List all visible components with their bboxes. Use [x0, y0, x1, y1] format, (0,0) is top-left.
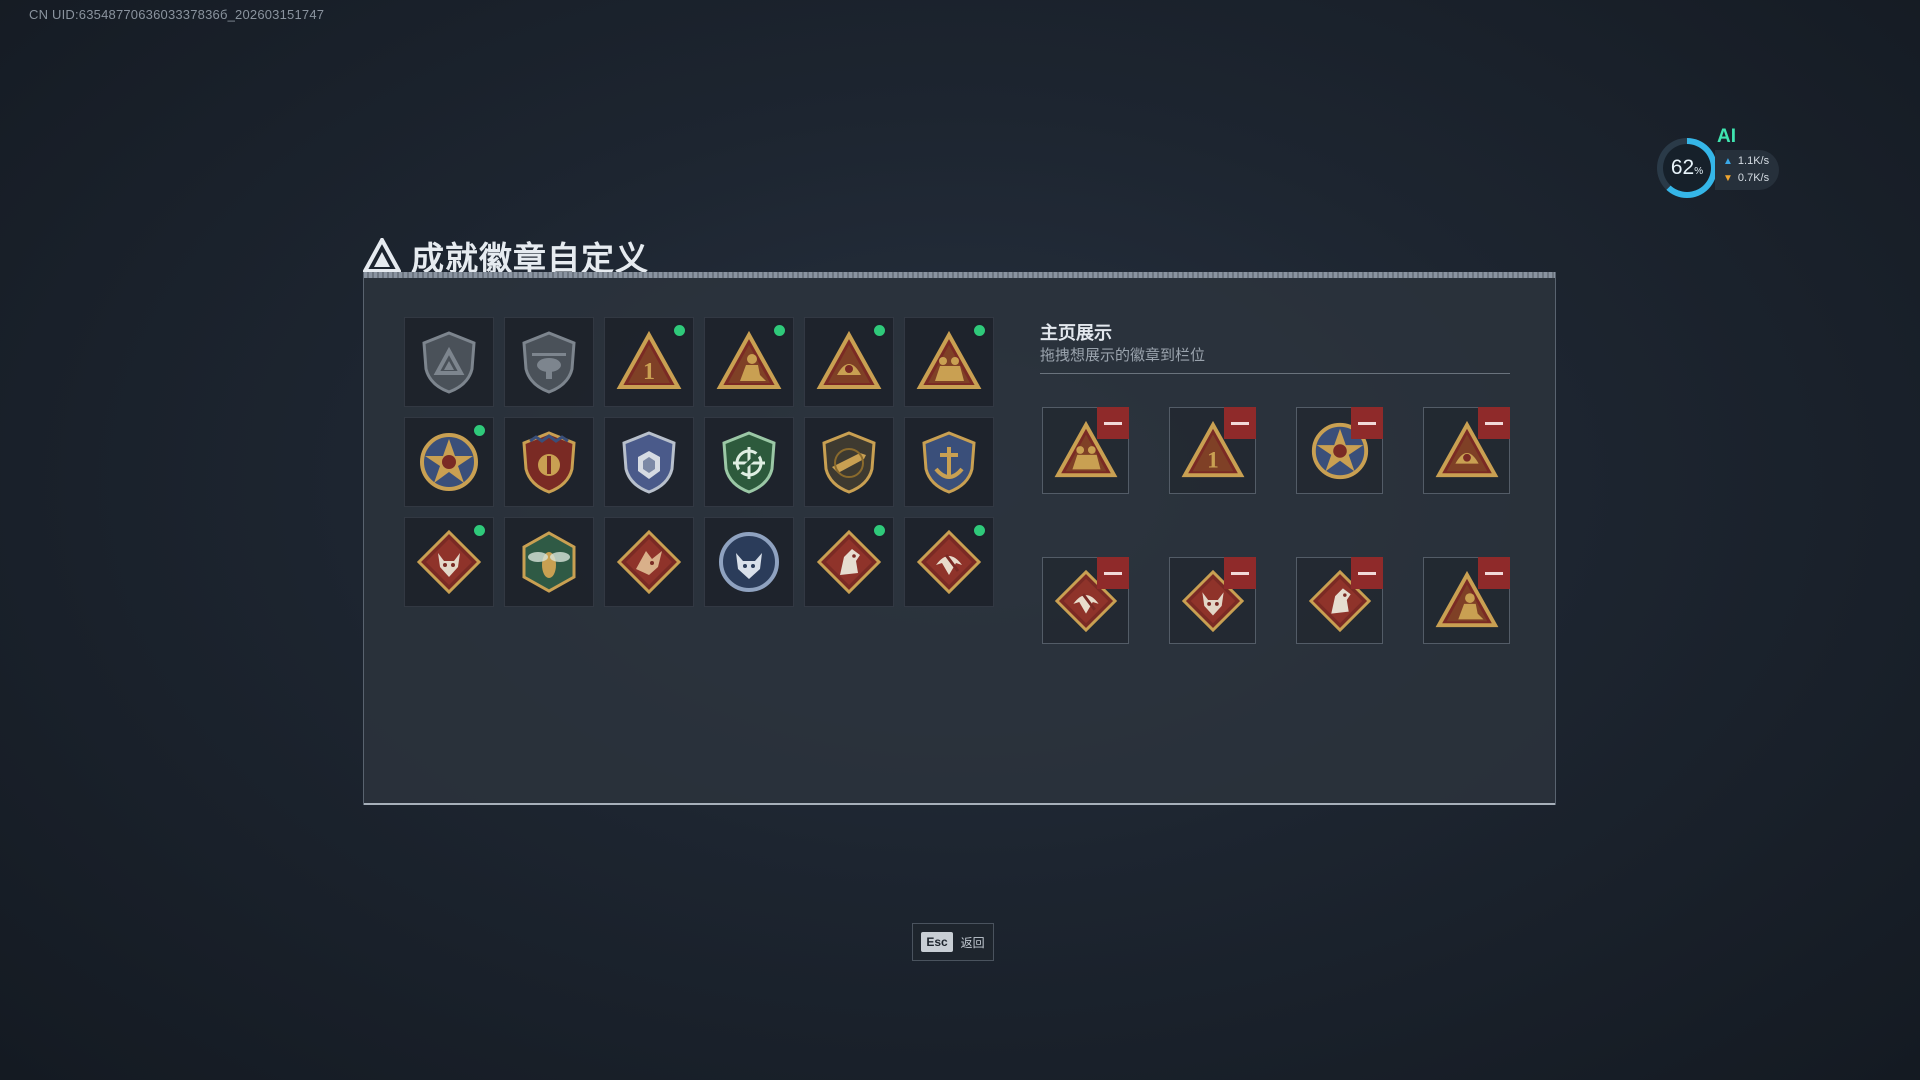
new-badge-dot — [672, 323, 687, 338]
badge-cell[interactable] — [504, 317, 594, 407]
badge-cell[interactable] — [804, 317, 894, 407]
star-medal-badge-icon — [420, 433, 478, 491]
svg-text:1: 1 — [643, 359, 655, 385]
remove-badge-button[interactable] — [1224, 557, 1256, 589]
badge-collection-grid: 1 — [404, 317, 994, 607]
grey-shield-triangle-badge-icon — [422, 331, 476, 394]
usage-percent: 62 — [1670, 156, 1695, 179]
green-crosshair-shield-badge-icon — [722, 431, 776, 494]
new-badge-dot — [972, 323, 987, 338]
badge-cell[interactable] — [704, 317, 794, 407]
badge-cell[interactable] — [904, 417, 994, 507]
new-badge-dot — [872, 523, 887, 538]
new-badge-dot — [872, 323, 887, 338]
back-label: 返回 — [960, 935, 985, 950]
showcase-slot[interactable] — [1042, 407, 1129, 494]
eagle-diamond-badge-icon — [916, 529, 982, 595]
badge-cell[interactable] — [404, 517, 494, 607]
showcase-slot[interactable] — [1042, 557, 1129, 644]
anchor-navy-crest-badge-icon — [922, 431, 976, 494]
showcase-slot[interactable] — [1169, 557, 1256, 644]
upload-arrow-icon: ▲ — [1723, 156, 1733, 167]
badge-cell[interactable] — [704, 517, 794, 607]
gold-triangle-kneeling-soldier-badge-icon — [716, 330, 782, 389]
new-badge-dot — [772, 323, 787, 338]
badge-customize-panel: 1 主页展示 拖拽想展示的徽章到栏位 1 — [363, 272, 1556, 805]
badge-cell[interactable] — [904, 317, 994, 407]
remove-badge-button[interactable] — [1351, 407, 1383, 439]
showcase-divider — [1040, 373, 1510, 374]
showcase-slots: 1 — [1042, 407, 1510, 644]
wolf-round-badge-icon — [719, 532, 779, 592]
badge-cell[interactable] — [804, 417, 894, 507]
badge-cell[interactable] — [804, 517, 894, 607]
remove-badge-button[interactable] — [1224, 407, 1256, 439]
svg-text:1: 1 — [1207, 447, 1219, 473]
wolf-diamond-badge-icon — [416, 529, 482, 595]
badge-cell[interactable] — [604, 417, 694, 507]
triangle-logo-icon — [363, 238, 401, 273]
dragon-diamond-badge-icon — [616, 529, 682, 595]
performance-widget: 62 % AI ▲ 1.1K/s ▼ 0.7K/s — [1655, 126, 1780, 202]
esc-key-hint: Esc — [921, 932, 953, 952]
showcase-subtitle: 拖拽想展示的徽章到栏位 — [1040, 347, 1206, 364]
eagle-crest-shield-badge-icon — [522, 431, 576, 494]
remove-badge-button[interactable] — [1478, 407, 1510, 439]
ai-label: AI — [1717, 126, 1736, 147]
remove-badge-button[interactable] — [1351, 557, 1383, 589]
usage-percent-unit: % — [1694, 165, 1704, 177]
remove-badge-button[interactable] — [1097, 407, 1129, 439]
badge-cell[interactable] — [904, 517, 994, 607]
showcase-slot[interactable]: 1 — [1169, 407, 1256, 494]
new-badge-dot — [972, 523, 987, 538]
gold-triangle-soldiers-badge-icon — [916, 330, 982, 389]
gold-triangle-number-one-badge-icon: 1 — [616, 330, 682, 389]
showcase-slot[interactable] — [1423, 407, 1510, 494]
grey-helicopter-shield-badge-icon — [522, 331, 576, 394]
showcase-slot[interactable] — [1296, 407, 1383, 494]
new-badge-dot — [472, 523, 487, 538]
badge-cell[interactable] — [604, 517, 694, 607]
wasp-hexagon-badge-icon — [522, 531, 576, 593]
remove-badge-button[interactable] — [1097, 557, 1129, 589]
panel-bottom-border — [364, 803, 1555, 805]
badge-cell[interactable] — [704, 417, 794, 507]
gold-triangle-helmet-badge-icon — [816, 330, 882, 389]
usage-ring: 62 % — [1657, 138, 1717, 198]
download-arrow-icon: ▼ — [1723, 173, 1733, 184]
rifle-shield-badge-icon — [822, 431, 876, 494]
badge-cell[interactable] — [504, 417, 594, 507]
showcase-slot[interactable] — [1423, 557, 1510, 644]
network-speed: ▲ 1.1K/s ▼ 0.7K/s — [1715, 150, 1779, 190]
badge-cell[interactable] — [404, 317, 494, 407]
showcase-slot[interactable] — [1296, 557, 1383, 644]
badge-cell[interactable] — [504, 517, 594, 607]
badge-cell[interactable] — [404, 417, 494, 507]
remove-badge-button[interactable] — [1478, 557, 1510, 589]
upload-speed: 1.1K/s — [1737, 155, 1770, 167]
panel-top-border — [364, 272, 1555, 278]
player-uid: CN UID:6354877063603337836б_202603151747 — [29, 7, 325, 22]
silver-armor-shield-badge-icon — [622, 431, 676, 494]
download-speed: 0.7K/s — [1737, 172, 1770, 184]
badge-cell[interactable]: 1 — [604, 317, 694, 407]
showcase-title: 主页展示 — [1040, 323, 1112, 343]
horse-diamond-badge-icon — [816, 529, 882, 595]
back-button[interactable]: Esc 返回 — [912, 923, 994, 961]
new-badge-dot — [472, 423, 487, 438]
